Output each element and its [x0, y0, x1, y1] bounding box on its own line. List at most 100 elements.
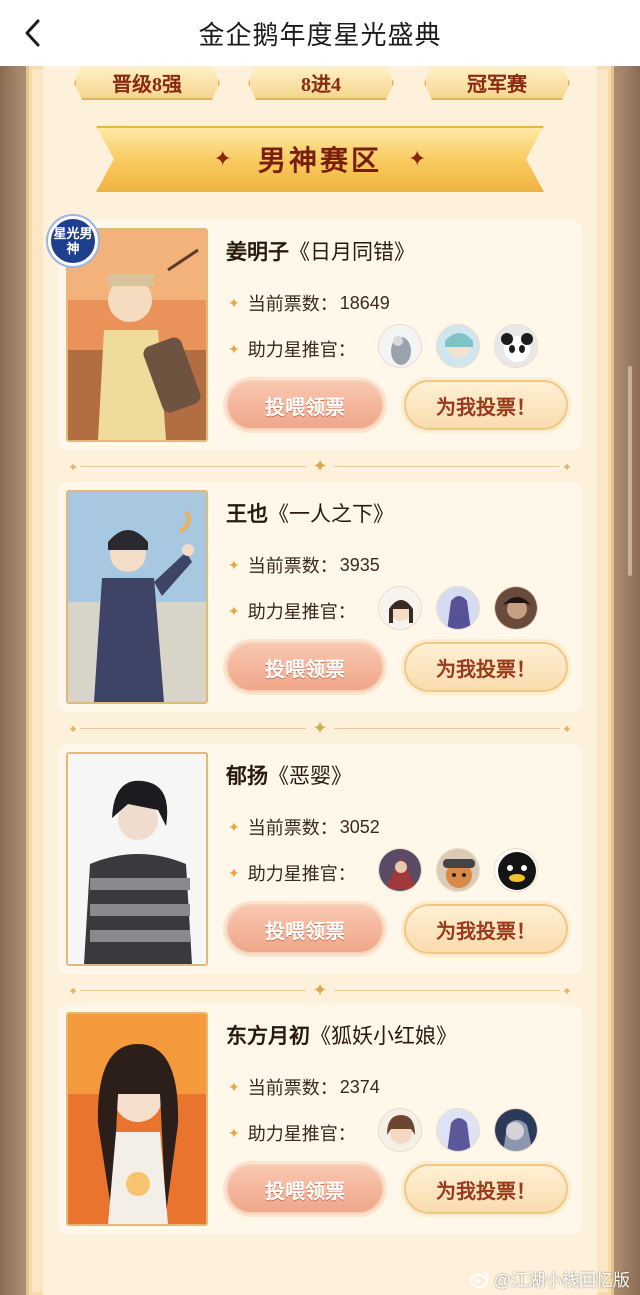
scrollbar[interactable] — [628, 366, 632, 576]
avatar[interactable] — [378, 848, 422, 892]
dot-ornament: ◆ — [70, 985, 77, 995]
character-name: 王也 — [226, 503, 268, 526]
watermark: @江湖小栈回忆版 — [469, 1266, 630, 1291]
votes-label: 当前票数： — [247, 294, 338, 314]
vote-for-me-button[interactable]: 为我投票！ — [404, 380, 568, 430]
avatar[interactable] — [436, 848, 480, 892]
sparkle-star-icon: ✦ — [408, 146, 427, 171]
avatar[interactable] — [494, 324, 538, 368]
supporters-row: ✦ 助力星推官： — [228, 1120, 356, 1146]
character-name: 姜明子 — [226, 241, 289, 264]
chevron-left-icon — [25, 19, 40, 47]
supporter-avatars — [378, 1108, 538, 1152]
earn-votes-button[interactable]: 投喂领票 — [226, 380, 384, 430]
earn-votes-button[interactable]: 投喂领票 — [226, 904, 384, 954]
sparkle-star-icon: ✦ — [228, 1124, 240, 1141]
diamond-ornament: ✦ — [312, 717, 328, 738]
candidate-name: 王也《一人之下》 — [226, 498, 394, 528]
avatar[interactable] — [378, 586, 422, 630]
avatar[interactable] — [494, 586, 538, 630]
candidate-card: 郁扬《恶婴》 ✦ 当前票数： 3052 ✦ 助力星推官： 投喂领票 为我投票！ — [58, 744, 582, 974]
sparkle-star-icon: ✦ — [228, 864, 240, 881]
sparkle-star-icon: ✦ — [228, 602, 240, 619]
dot-ornament: ◆ — [563, 985, 570, 995]
avatar[interactable] — [378, 324, 422, 368]
earn-votes-button[interactable]: 投喂领票 — [226, 642, 384, 692]
tab-top8[interactable]: 晋级8强 — [74, 66, 220, 100]
supporters-label: 助力星推官： — [247, 340, 356, 360]
work-title: 《一人之下》 — [268, 503, 394, 526]
sparkle-star-icon: ✦ — [228, 294, 240, 311]
tab-final[interactable]: 冠军赛 — [424, 66, 570, 100]
section-title: 男神赛区 — [257, 146, 382, 177]
avatar[interactable] — [436, 324, 480, 368]
sparkle-star-icon: ✦ — [228, 556, 240, 573]
vote-count: 2374 — [339, 1076, 380, 1097]
avatar[interactable] — [436, 1108, 480, 1152]
supporters-label: 助力星推官： — [247, 1124, 356, 1144]
supporters-row: ✦ 助力星推官： — [228, 860, 356, 886]
supporters-label: 助力星推官： — [247, 602, 356, 622]
candidate-name: 东方月初《狐妖小红娘》 — [226, 1020, 457, 1050]
sparkle-star-icon: ✦ — [228, 818, 240, 835]
vote-count-row: ✦ 当前票数： 2374 — [228, 1074, 380, 1100]
candidate-name: 姜明子《日月同错》 — [226, 236, 415, 266]
character-name: 东方月初 — [226, 1025, 310, 1048]
candidate-card: 东方月初《狐妖小红娘》 ✦ 当前票数： 2374 ✦ 助力星推官： 投喂领票 为… — [58, 1004, 582, 1234]
candidate-portrait[interactable] — [66, 1012, 208, 1226]
vote-for-me-button[interactable]: 为我投票！ — [404, 1164, 568, 1214]
vote-count: 18649 — [339, 292, 390, 313]
votes-label: 当前票数： — [247, 818, 338, 838]
sparkle-star-icon: ✦ — [228, 1078, 240, 1095]
weibo-icon — [469, 1271, 489, 1288]
divider: ◆ ✦ ◆ — [66, 456, 574, 476]
vote-count-row: ✦ 当前票数： 3052 — [228, 814, 380, 840]
section-banner: ✦ 男神赛区 ✦ — [96, 126, 544, 192]
dot-ornament: ◆ — [563, 723, 570, 733]
votes-label: 当前票数： — [247, 1078, 338, 1098]
candidate-portrait[interactable] — [66, 752, 208, 966]
supporters-row: ✦ 助力星推官： — [228, 598, 356, 624]
watermark-text: @江湖小栈回忆版 — [493, 1271, 630, 1290]
diamond-ornament: ✦ — [312, 979, 328, 1000]
avatar[interactable] — [378, 1108, 422, 1152]
nav-bar: 金企鹅年度星光盛典 — [0, 0, 640, 66]
supporter-avatars — [378, 848, 538, 892]
candidate-portrait[interactable] — [66, 490, 208, 704]
character-name: 郁扬 — [226, 765, 268, 788]
dot-ornament: ◆ — [70, 723, 77, 733]
vote-count: 3052 — [339, 816, 380, 837]
votes-label: 当前票数： — [247, 556, 338, 576]
avatar[interactable] — [494, 848, 538, 892]
round-tabs: 晋级8强 8进4 冠军赛 — [0, 66, 640, 102]
page-title: 金企鹅年度星光盛典 — [198, 19, 442, 50]
star-badge: 星光男神 — [48, 216, 98, 266]
diamond-ornament: ✦ — [312, 455, 328, 476]
tab-8to4[interactable]: 8进4 — [248, 66, 394, 100]
supporters-label: 助力星推官： — [247, 864, 356, 884]
divider: ◆ ✦ ◆ — [66, 980, 574, 1000]
vote-count: 3935 — [339, 554, 380, 575]
dot-ornament: ◆ — [70, 461, 77, 471]
vote-for-me-button[interactable]: 为我投票！ — [404, 642, 568, 692]
sparkle-star-icon: ✦ — [213, 146, 232, 171]
vote-for-me-button[interactable]: 为我投票！ — [404, 904, 568, 954]
vote-count-row: ✦ 当前票数： 3935 — [228, 552, 380, 578]
candidate-card: 星光男神 姜明子《日月同错》 ✦ 当前票数： 18649 ✦ 助力星推官： 投喂… — [48, 216, 582, 450]
work-title: 《日月同错》 — [289, 241, 415, 264]
candidate-name: 郁扬《恶婴》 — [226, 760, 352, 790]
avatar[interactable] — [494, 1108, 538, 1152]
supporters-row: ✦ 助力星推官： — [228, 336, 356, 362]
candidate-card: 王也《一人之下》 ✦ 当前票数： 3935 ✦ 助力星推官： 投喂领票 为我投票… — [58, 482, 582, 712]
work-title: 《狐妖小红娘》 — [310, 1025, 457, 1048]
work-title: 《恶婴》 — [268, 765, 352, 788]
dot-ornament: ◆ — [563, 461, 570, 471]
supporter-avatars — [378, 324, 538, 368]
divider: ◆ ✦ ◆ — [66, 718, 574, 738]
avatar[interactable] — [436, 586, 480, 630]
vote-count-row: ✦ 当前票数： 18649 — [228, 290, 390, 316]
back-button[interactable] — [14, 14, 52, 52]
earn-votes-button[interactable]: 投喂领票 — [226, 1164, 384, 1214]
sparkle-star-icon: ✦ — [228, 340, 240, 357]
supporter-avatars — [378, 586, 538, 630]
